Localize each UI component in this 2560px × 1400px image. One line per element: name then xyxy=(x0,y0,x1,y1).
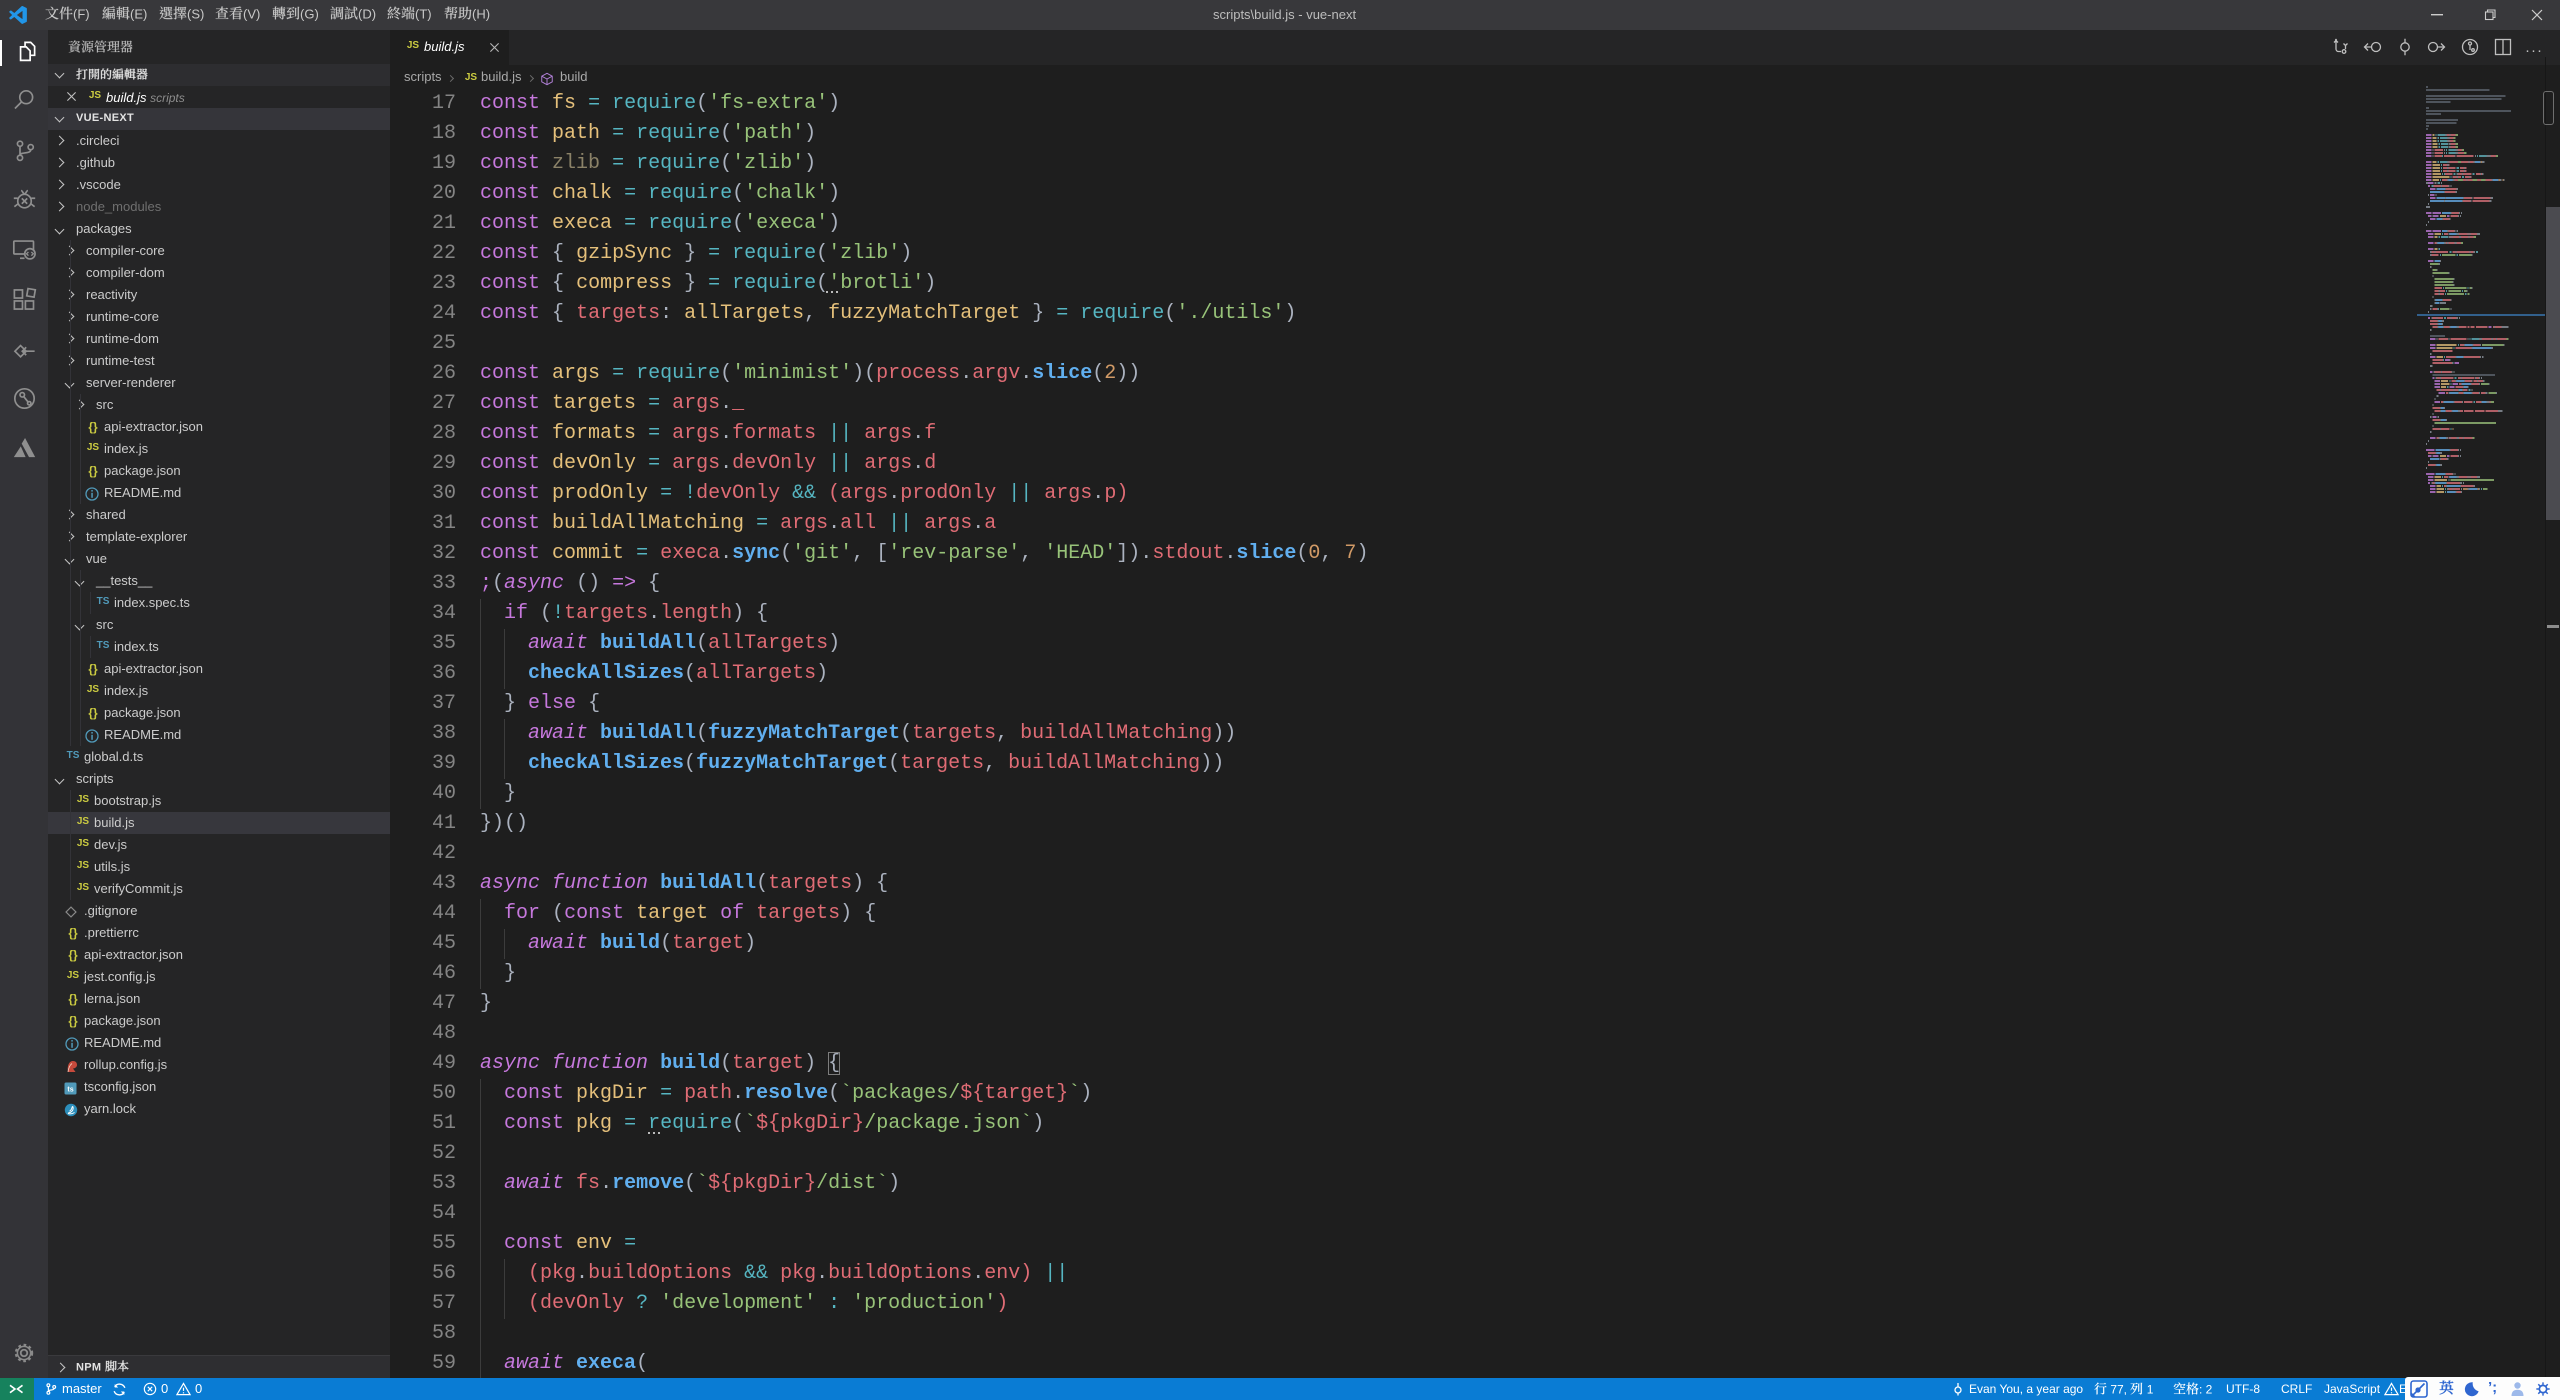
svg-text:ts: ts xyxy=(67,1087,73,1094)
